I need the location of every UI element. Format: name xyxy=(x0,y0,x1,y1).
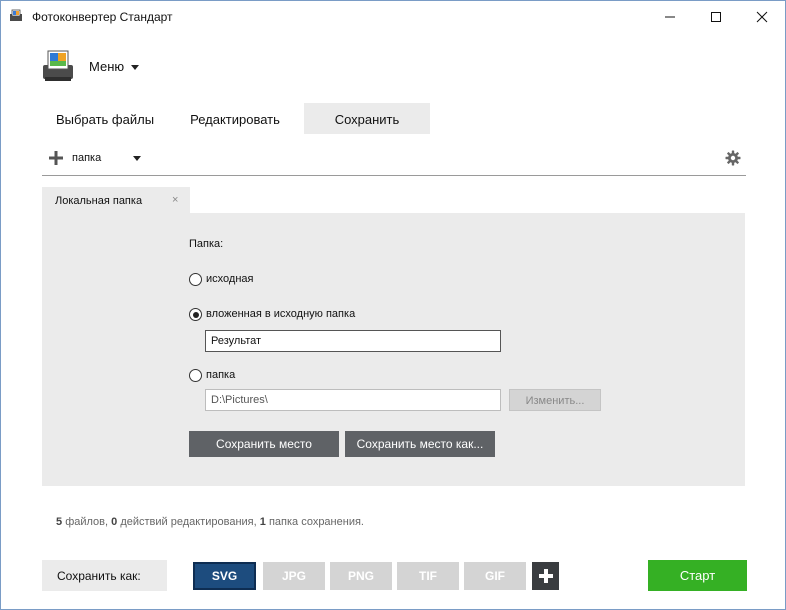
tab-save[interactable]: Сохранить xyxy=(304,103,430,134)
add-format-button[interactable] xyxy=(532,562,559,590)
toolbar-divider xyxy=(42,175,746,176)
radio-nested-folder-label[interactable]: вложенная в исходную папка xyxy=(206,308,355,320)
format-png-button[interactable]: PNG xyxy=(330,562,392,590)
files-text: файлов, xyxy=(65,516,109,528)
radio-source-folder[interactable] xyxy=(189,273,202,286)
status-summary: 5 файлов, 0 действий редактирования, 1 п… xyxy=(56,516,364,528)
maximize-icon xyxy=(711,12,721,22)
radio-custom-folder-label[interactable]: папка xyxy=(206,369,235,381)
tab-local-folder[interactable]: Локальная папка × xyxy=(42,187,190,214)
save-location-button[interactable]: Сохранить место xyxy=(189,431,339,457)
edits-count: 0 xyxy=(111,516,118,528)
format-gif-button[interactable]: GIF xyxy=(464,562,526,590)
app-icon xyxy=(10,9,22,21)
minimize-icon xyxy=(665,16,675,18)
app-logo-icon xyxy=(43,50,73,81)
folders-count: 1 xyxy=(259,516,266,528)
folder-heading: Папка: xyxy=(189,238,224,250)
format-tif-button[interactable]: TIF xyxy=(397,562,459,590)
maximize-button[interactable] xyxy=(693,1,739,32)
window-title: Фотоконвертер Стандарт xyxy=(32,10,173,24)
menu-button[interactable]: Меню xyxy=(89,59,124,74)
save-location-as-button[interactable]: Сохранить место как... xyxy=(345,431,495,457)
app-window: Фотоконвертер Стандарт Меню Выбрать файл… xyxy=(0,0,786,610)
close-icon[interactable]: × xyxy=(172,194,178,206)
close-button[interactable] xyxy=(739,1,785,32)
edits-text: действий редактирования, xyxy=(120,516,257,528)
files-count: 5 xyxy=(56,516,63,528)
title-bar: Фотоконвертер Стандарт xyxy=(1,1,785,32)
format-jpg-button[interactable]: JPG xyxy=(263,562,325,590)
format-svg-button[interactable]: SVG xyxy=(193,562,256,590)
gear-icon[interactable] xyxy=(725,150,741,166)
minimize-button[interactable] xyxy=(647,1,693,32)
tab-choose-files[interactable]: Выбрать файлы xyxy=(43,103,167,134)
chevron-down-icon[interactable] xyxy=(131,65,139,70)
plus-icon[interactable] xyxy=(49,151,63,165)
close-icon xyxy=(756,11,768,23)
tab-edit[interactable]: Редактировать xyxy=(173,103,297,134)
start-button[interactable]: Старт xyxy=(648,560,747,591)
folder-path-input[interactable]: D:\Pictures\ xyxy=(205,389,501,411)
plus-icon xyxy=(539,569,553,583)
save-as-label: Сохранить как: xyxy=(42,560,167,591)
radio-source-folder-label[interactable]: исходная xyxy=(206,273,253,285)
folders-text: папка сохранения. xyxy=(268,516,364,528)
change-folder-button[interactable]: Изменить... xyxy=(509,389,601,411)
subfolder-name-input[interactable]: Результат xyxy=(205,330,501,352)
add-folder-button[interactable]: папка xyxy=(72,152,101,164)
chevron-down-icon[interactable] xyxy=(133,156,141,161)
radio-nested-folder[interactable] xyxy=(189,308,202,321)
radio-custom-folder[interactable] xyxy=(189,369,202,382)
tab-local-folder-label: Локальная папка xyxy=(55,195,143,207)
